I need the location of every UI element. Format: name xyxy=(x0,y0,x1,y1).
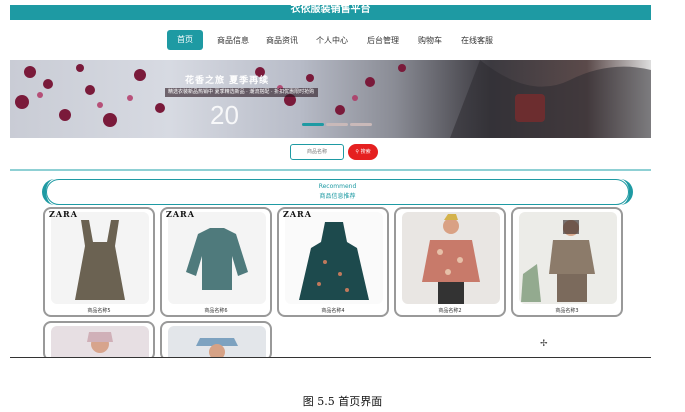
brand-logo: ZARA xyxy=(166,209,195,219)
product-card[interactable]: 商品名称3 xyxy=(511,207,623,317)
product-image xyxy=(519,212,617,304)
site-title: 衣依服装销售平台 xyxy=(290,5,371,15)
model-pink-top-image xyxy=(87,332,113,353)
move-cursor-icon: ✢ xyxy=(540,339,548,349)
nav-online-service[interactable]: 在线客服 xyxy=(457,32,497,50)
product-card[interactable] xyxy=(43,321,155,358)
sweatshirt-image xyxy=(186,228,248,290)
product-image xyxy=(51,212,149,304)
brand-logo: ZARA xyxy=(283,209,312,219)
search-button-label: 搜索 xyxy=(360,149,371,155)
section-divider xyxy=(10,169,651,171)
product-name: 商品名称2 xyxy=(438,308,462,314)
recommend-header: Recommend 商品信息推荐 xyxy=(42,179,633,205)
nav-cart[interactable]: 购物车 xyxy=(413,32,447,50)
floral-dress-image xyxy=(299,222,369,300)
product-name: 商品名称4 xyxy=(321,308,345,314)
product-card[interactable]: ZARA 商品名称5 xyxy=(43,207,155,317)
search-bar: 商品名称 ⚲ 搜索 xyxy=(10,143,651,163)
model-floral-top-image xyxy=(422,214,480,304)
product-image xyxy=(285,212,383,304)
search-button[interactable]: ⚲ 搜索 xyxy=(348,144,378,160)
product-name: 商品名称6 xyxy=(204,308,228,314)
product-card[interactable]: ZARA 商品名称4 xyxy=(277,207,389,317)
banner-headline: 花香之旅 夏季再续 xyxy=(185,76,270,86)
product-card[interactable]: 商品名称2 xyxy=(394,207,506,317)
carousel-dot[interactable] xyxy=(326,123,348,126)
pinafore-dress-image xyxy=(75,220,125,300)
recommend-title-cn: 商品信息推荐 xyxy=(319,193,356,200)
carousel-dot-active[interactable] xyxy=(302,123,324,126)
header-bar: 衣依服装销售平台 xyxy=(10,5,651,20)
search-input[interactable]: 商品名称 xyxy=(290,144,344,160)
product-image xyxy=(51,326,149,358)
carousel-dot[interactable] xyxy=(350,123,372,126)
carousel-indicators xyxy=(302,123,372,127)
figure-caption: 图 5.5 首页界面 xyxy=(302,395,383,408)
product-image xyxy=(168,326,266,358)
model-knit-sweater-image xyxy=(521,220,595,302)
product-name: 商品名称5 xyxy=(87,308,111,314)
nav-product-news[interactable]: 商品资讯 xyxy=(262,32,302,50)
hero-banner[interactable]: 花香之旅 夏季再续 精选衣装新品热销中 夏季精选新品 · 潮流搭配 · 折扣优惠… xyxy=(10,60,651,138)
banner-number: 20 xyxy=(210,100,239,130)
model-hat-image xyxy=(196,338,238,358)
product-image xyxy=(402,212,500,304)
product-image xyxy=(168,212,266,304)
product-name: 商品名称3 xyxy=(555,308,579,314)
screenshot: 衣依服装销售平台 首页 商品信息 商品资讯 个人中心 后台管理 购物车 在线客服 xyxy=(10,5,651,358)
nav-product-info[interactable]: 商品信息 xyxy=(213,32,253,50)
brand-logo: ZARA xyxy=(49,209,78,219)
recommend-title-en: Recommend xyxy=(318,183,357,190)
search-icon: ⚲ xyxy=(355,149,360,155)
nav-home[interactable]: 首页 xyxy=(167,30,203,50)
main-nav: 首页 商品信息 商品资讯 个人中心 后台管理 购物车 在线客服 xyxy=(10,30,651,52)
page-bottom-rule xyxy=(10,357,651,358)
nav-admin[interactable]: 后台管理 xyxy=(363,32,403,50)
banner-subline: 精选衣装新品热销中 夏季精选新品 · 潮流搭配 · 折扣优惠限时抢购 xyxy=(165,88,318,97)
product-card[interactable]: ZARA 商品名称6 xyxy=(160,207,272,317)
nav-personal-center[interactable]: 个人中心 xyxy=(312,32,352,50)
product-card[interactable] xyxy=(160,321,272,358)
